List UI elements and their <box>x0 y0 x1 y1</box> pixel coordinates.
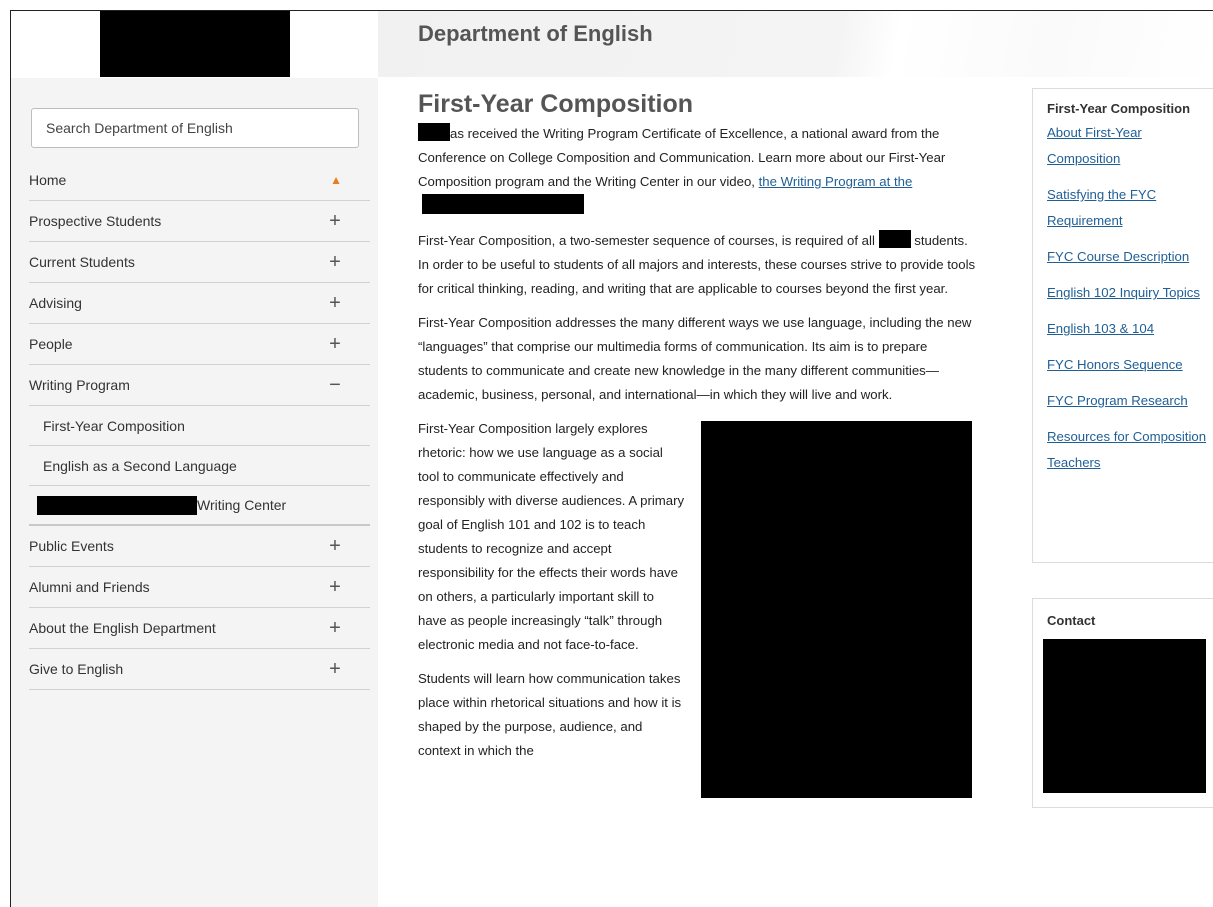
sidebar-item-label: Alumni and Friends <box>29 579 150 595</box>
sidebar-item-label: People <box>29 336 73 352</box>
redacted-text <box>878 230 911 248</box>
sidebar-item-alumni-and-friends[interactable]: Alumni and Friends + <box>29 567 370 608</box>
sidebar-item-label: Current Students <box>29 254 135 270</box>
section-nav-link-resources[interactable]: Resources for Composition Teachers <box>1047 424 1207 476</box>
contact-title: Contact <box>1047 613 1096 628</box>
redacted-text <box>418 123 450 141</box>
sidebar-item-label: Give to English <box>29 661 124 677</box>
sidebar-item-label: English as a Second Language <box>43 457 237 474</box>
rhetoric-paragraph: First-Year Composition largely explores … <box>418 421 685 652</box>
expand-plus-icon[interactable]: + <box>328 617 342 640</box>
video-redacted[interactable] <box>701 421 972 798</box>
expand-plus-icon[interactable]: + <box>328 251 342 274</box>
sidebar-item-prospective-students[interactable]: Prospective Students + <box>29 201 370 242</box>
expand-plus-icon[interactable]: + <box>328 658 342 681</box>
sidebar-subitem-writing-center[interactable]: Writing Center <box>29 486 370 526</box>
search-input[interactable]: Search Department of English <box>31 108 359 148</box>
redacted-text <box>422 194 584 214</box>
sidebar-item-label: Home <box>29 172 67 188</box>
sidebar-item-label: Advising <box>29 295 82 311</box>
rhetoric-section: First-Year Composition largely explores … <box>418 417 978 798</box>
language-paragraph: First-Year Composition addresses the man… <box>418 315 972 402</box>
sidebar-item-advising[interactable]: Advising + <box>29 283 370 324</box>
section-nav-link-research[interactable]: FYC Program Research <box>1047 388 1207 414</box>
redacted-text <box>37 495 197 515</box>
sidebar-item-label: About the English Department <box>29 620 216 636</box>
intro-paragraph: as received the Writing Program Certific… <box>418 122 978 219</box>
logo-area <box>11 11 378 77</box>
sidebar-item-give-to-english[interactable]: Give to English + <box>29 649 370 690</box>
sidebar-item-about-department[interactable]: About the English Department + <box>29 608 370 649</box>
requirement-paragraph: First-Year Composition, a two-semester s… <box>418 229 978 301</box>
sidebar-nav: Home ▲ Prospective Students + Current St… <box>29 160 370 690</box>
writing-program-video-link[interactable]: the Writing Program at the <box>759 174 913 189</box>
page-title: First-Year Composition <box>418 90 694 118</box>
sidebar-subitem-esl[interactable]: English as a Second Language <box>29 446 370 486</box>
sidebar-item-people[interactable]: People + <box>29 324 370 365</box>
expand-plus-icon[interactable]: + <box>328 535 342 558</box>
sidebar-item-label: Public Events <box>29 538 114 554</box>
sidebar-item-label: Writing Center <box>197 497 287 513</box>
section-nav-box: First-Year Composition About First-Year … <box>1032 88 1213 563</box>
collapse-minus-icon[interactable]: − <box>328 374 342 397</box>
university-logo-redacted[interactable] <box>100 11 290 77</box>
section-nav-link-about[interactable]: About First-Year Composition <box>1047 120 1207 172</box>
section-nav-link-course-description[interactable]: FYC Course Description <box>1047 244 1207 270</box>
section-nav-title: First-Year Composition <box>1047 101 1191 116</box>
sidebar-item-label: First-Year Composition <box>43 417 185 434</box>
sidebar-item-label: Writing Program <box>29 377 130 393</box>
contact-info-redacted <box>1043 639 1206 793</box>
home-icon: ▲ <box>330 173 342 187</box>
sidebar-subitem-first-year-composition[interactable]: First-Year Composition <box>29 406 370 446</box>
expand-plus-icon[interactable]: + <box>328 292 342 315</box>
contact-box: Contact <box>1032 598 1213 808</box>
section-nav-link-inquiry-topics[interactable]: English 102 Inquiry Topics <box>1047 280 1207 306</box>
sidebar-item-home[interactable]: Home ▲ <box>29 160 370 201</box>
communication-paragraph: Students will learn how communication ta… <box>418 671 682 758</box>
expand-plus-icon[interactable]: + <box>328 333 342 356</box>
section-nav-link-english-103-104[interactable]: English 103 & 104 <box>1047 316 1207 342</box>
expand-plus-icon[interactable]: + <box>328 210 342 233</box>
section-nav-link-satisfying[interactable]: Satisfying the FYC Requirement <box>1047 182 1207 234</box>
section-nav-link-honors[interactable]: FYC Honors Sequence <box>1047 352 1207 378</box>
sidebar-item-public-events[interactable]: Public Events + <box>29 526 370 567</box>
sidebar-item-current-students[interactable]: Current Students + <box>29 242 370 283</box>
left-sidebar: Search Department of English Home ▲ Pros… <box>11 78 378 907</box>
expand-plus-icon[interactable]: + <box>328 576 342 599</box>
link-text: the Writing Program at the <box>758 174 913 189</box>
sidebar-item-label: Prospective Students <box>29 213 162 229</box>
sidebar-item-writing-program[interactable]: Writing Program − <box>29 365 370 406</box>
main-content: First-Year Composition as received the W… <box>418 88 978 798</box>
paragraph-text: First-Year Composition, a two-semester s… <box>418 233 875 248</box>
department-title[interactable]: Department of English <box>418 21 653 47</box>
